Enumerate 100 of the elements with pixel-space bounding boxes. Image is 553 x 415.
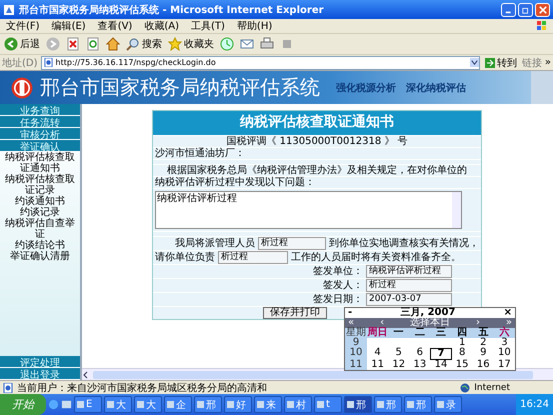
- problems-textarea[interactable]: 纳税评估评析过程: [155, 191, 462, 229]
- sidebar-menu-button[interactable]: 退出登录: [0, 368, 80, 380]
- week-number: 9: [345, 338, 367, 348]
- notice-text: 根据国家税务总局《纳税评估管理办法》及相关规定，在对你单位的: [167, 165, 467, 176]
- emblem-icon: [10, 76, 34, 100]
- mail-icon[interactable]: [240, 37, 254, 51]
- calendar-day[interactable]: 15: [452, 360, 473, 370]
- calendar-day[interactable]: 13: [409, 360, 430, 370]
- taskbar-button[interactable]: t: [314, 396, 342, 413]
- taskbar-button[interactable]: 大: [104, 396, 132, 413]
- calendar-day[interactable]: 4: [367, 348, 388, 360]
- refresh-icon[interactable]: [86, 37, 100, 51]
- links-label[interactable]: 链接: [522, 56, 542, 70]
- search-button[interactable]: 搜索: [126, 37, 162, 51]
- weekday-label: 三: [430, 328, 452, 338]
- save-print-button[interactable]: 保存并打印: [263, 307, 327, 319]
- slogan: 强化税源分析: [336, 82, 396, 94]
- calendar-day[interactable]: 8: [452, 348, 473, 360]
- sidebar-menu-button[interactable]: 业务查询: [0, 104, 80, 116]
- contact-input[interactable]: 析过程: [218, 251, 288, 264]
- address-field[interactable]: http://75.36.16.117/nspg/checkLogin.do: [40, 56, 480, 70]
- sidebar-link[interactable]: 纳税评估自查举证: [0, 218, 80, 240]
- calendar-day[interactable]: 11: [367, 360, 388, 370]
- favorites-button[interactable]: 收藏夹: [168, 37, 214, 51]
- week-header: 星期: [345, 328, 367, 338]
- weekday-label: 周日: [367, 328, 388, 338]
- back-button[interactable]: 后退: [4, 37, 40, 51]
- history-icon[interactable]: [220, 37, 234, 51]
- close-icon: [538, 6, 546, 14]
- taskbar-button[interactable]: 邢: [194, 396, 222, 413]
- signature-input[interactable]: 析过程: [366, 279, 452, 292]
- sidebar-link[interactable]: 约谈通知书: [0, 196, 80, 207]
- calendar-day[interactable]: 2: [472, 338, 494, 348]
- field-label: 工作的人员届时将有关资料准备齐全。: [291, 252, 461, 263]
- go-button[interactable]: 转到: [482, 56, 519, 70]
- sidebar-link[interactable]: 纳税评估核查取证记录: [0, 174, 80, 196]
- menu-item[interactable]: 编辑(E): [52, 19, 86, 33]
- vertical-scrollbar[interactable]: [452, 192, 461, 228]
- nav-arrow[interactable]: »: [506, 318, 512, 328]
- sidebar-menu-button[interactable]: 评定处理: [0, 356, 80, 368]
- zone-text: Internet: [474, 382, 511, 392]
- field-label: 签发日期：: [313, 294, 363, 305]
- menu-item[interactable]: 查看(V): [98, 19, 132, 33]
- dropdown-icon[interactable]: [470, 58, 479, 67]
- start-button[interactable]: 开始: [0, 394, 46, 415]
- calendar-day[interactable]: 10: [494, 348, 515, 360]
- calendar-day[interactable]: 7: [430, 348, 452, 360]
- taskbar-button[interactable]: 邢: [374, 396, 402, 413]
- menu-item[interactable]: 帮助(H): [236, 19, 272, 33]
- sidebar-menu-button[interactable]: 举证确认: [0, 140, 80, 152]
- nav-arrow[interactable]: ‹: [380, 318, 384, 328]
- minimize-button[interactable]: [501, 2, 516, 16]
- taskbar-button[interactable]: 邢: [404, 396, 432, 413]
- browser-icon[interactable]: [48, 399, 59, 410]
- taskbar-button[interactable]: E: [74, 396, 102, 413]
- calendar-day[interactable]: 17: [494, 360, 515, 370]
- sidebar-link[interactable]: 纳税评估核查取证通知书: [0, 152, 80, 174]
- scroll-left-icon[interactable]: [82, 370, 90, 378]
- home-icon[interactable]: [106, 37, 120, 51]
- menu-item[interactable]: 文件(F): [6, 19, 40, 33]
- more-chevron[interactable]: »: [544, 57, 551, 68]
- field-label: 我局将派管理人员: [175, 238, 255, 249]
- restore-icon: [522, 6, 530, 14]
- signature-input[interactable]: 纳税评估评析过程: [366, 265, 452, 278]
- signature-input[interactable]: 2007-03-07: [366, 293, 452, 306]
- field-label: 签发单位：: [313, 266, 363, 277]
- calendar-day[interactable]: 6: [409, 348, 430, 360]
- calendar-day[interactable]: 14: [430, 360, 452, 370]
- taskbar-button[interactable]: 大: [134, 396, 162, 413]
- calendar-collapse[interactable]: -: [348, 308, 352, 318]
- taskbar-button[interactable]: 企: [164, 396, 192, 413]
- taskbar-button[interactable]: 村: [284, 396, 312, 413]
- nav-arrow[interactable]: «: [348, 318, 354, 328]
- taskbar-button[interactable]: 邢: [344, 396, 372, 413]
- menu-item[interactable]: 收藏(A): [144, 19, 179, 33]
- calendar-day[interactable]: 5: [388, 348, 410, 360]
- sidebar-link[interactable]: 约谈记录: [0, 207, 80, 218]
- maximize-button[interactable]: [518, 2, 533, 16]
- printer-icon[interactable]: [260, 37, 274, 51]
- arrow-icon: [484, 58, 495, 68]
- calendar-day[interactable]: 3: [494, 338, 515, 348]
- calendar-close[interactable]: ×: [504, 308, 512, 318]
- taskbar-button[interactable]: 好: [224, 396, 252, 413]
- sidebar-link[interactable]: 约谈结论书: [0, 240, 80, 251]
- staff-input[interactable]: 析过程: [258, 237, 326, 250]
- horizontal-scrollbar[interactable]: [82, 368, 553, 380]
- sidebar-menu-button[interactable]: 任务流转: [0, 116, 80, 128]
- sidebar-link[interactable]: 举证确认清册: [0, 251, 80, 262]
- nav-arrow[interactable]: ›: [476, 318, 480, 328]
- calendar-day[interactable]: 12: [388, 360, 410, 370]
- stop-icon[interactable]: [66, 37, 80, 51]
- calendar-day[interactable]: 16: [472, 360, 494, 370]
- menu-item[interactable]: 工具(T): [191, 19, 225, 33]
- close-button[interactable]: [535, 2, 550, 16]
- taskbar-button[interactable]: 录: [434, 396, 462, 413]
- calendar-day[interactable]: 1: [452, 338, 473, 348]
- desktop-icon[interactable]: [61, 399, 72, 410]
- calendar-day[interactable]: 9: [472, 348, 494, 360]
- sidebar-menu-button[interactable]: 审核分析: [0, 128, 80, 140]
- taskbar-button[interactable]: 来: [254, 396, 282, 413]
